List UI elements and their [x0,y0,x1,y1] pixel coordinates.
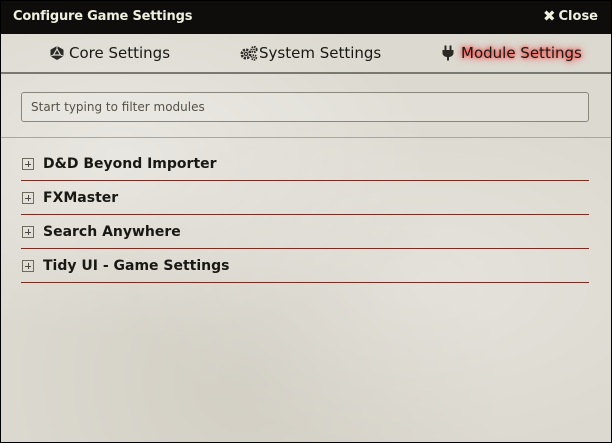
tab-module-settings[interactable]: Module Settings [441,44,582,62]
tab-system-settings[interactable]: System Settings [239,44,381,62]
window-content: Core Settings System Settings Module Set… [1,34,611,442]
expand-icon[interactable] [22,260,34,272]
settings-window: Configure Game Settings ✖ Close Core Set… [0,0,612,443]
close-button[interactable]: ✖ Close [542,7,598,25]
gears-icon [239,45,258,61]
tab-system-label: System Settings [259,44,382,62]
expand-icon[interactable] [22,192,34,204]
tab-module-label: Module Settings [461,44,582,62]
settings-tabs: Core Settings System Settings Module Set… [1,34,611,74]
plug-icon [441,45,457,61]
filter-section [1,74,611,138]
module-name: FXMaster [43,190,119,206]
window-title: Configure Game Settings [13,9,193,24]
module-name: Search Anywhere [43,224,181,240]
module-filter-input[interactable] [21,92,589,122]
module-row-search-anywhere[interactable]: Search Anywhere [21,216,589,249]
expand-icon[interactable] [22,158,34,170]
tab-core-settings[interactable]: Core Settings [49,44,170,62]
module-row-dnd-beyond-importer[interactable]: D&D Beyond Importer [21,148,589,181]
module-row-tidy-ui-game-settings[interactable]: Tidy UI - Game Settings [21,250,589,283]
window-titlebar[interactable]: Configure Game Settings ✖ Close [1,1,611,34]
expand-icon[interactable] [22,226,34,238]
close-label: Close [558,9,598,24]
tab-core-label: Core Settings [69,44,171,62]
module-name: Tidy UI - Game Settings [43,258,230,274]
module-row-fxmaster[interactable]: FXMaster [21,182,589,215]
module-name: D&D Beyond Importer [43,156,217,172]
module-list: D&D Beyond Importer FXMaster Search Anyw… [21,148,589,284]
close-icon: ✖ [542,7,556,25]
d20-icon [49,45,65,61]
